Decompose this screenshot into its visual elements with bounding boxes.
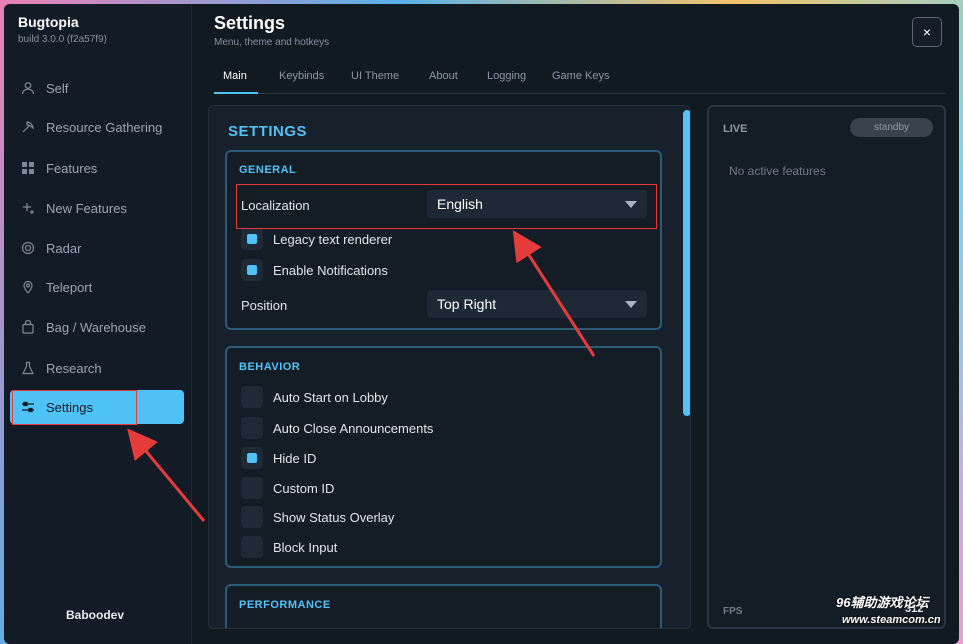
sidebar-item-label: Resource Gathering [46,119,163,135]
status-overlay-checkbox[interactable] [241,506,263,528]
sidebar-item-new-features[interactable]: New Features [10,191,184,225]
status-overlay-label: Show Status Overlay [273,510,395,525]
legacy-text-label: Legacy text renderer [273,232,393,247]
live-title: LIVE [723,123,748,135]
tab-about[interactable]: About [429,70,458,82]
settings-panel: SETTINGS GENERAL Localization English Le… [208,105,691,629]
sidebar-item-label: Radar [46,240,82,256]
hide-id-checkbox[interactable] [241,447,263,469]
live-empty-message: No active features [729,164,826,178]
pin-icon [20,279,36,295]
brand: Bugtopia build 3.0.0 (f2a57f9) [18,14,107,45]
custom-id-checkbox[interactable] [241,477,263,499]
check-mark [247,453,257,463]
sidebar-item-research[interactable]: Research [10,351,184,385]
user-name: Baboodev [66,608,125,622]
bag-icon [20,319,36,335]
user-icon [20,80,36,96]
chevron-down-icon [625,301,637,308]
radar-icon [20,240,36,256]
legacy-text-checkbox[interactable] [241,228,263,250]
sidebar-item-features[interactable]: Features [10,151,184,185]
page-subtitle: Menu, theme and hotkeys [214,37,330,48]
tab-bar: Main Keybinds UI Theme About Logging Gam… [214,64,946,94]
sidebar-item-self[interactable]: Self [10,71,184,105]
sidebar-item-label: Bag / Warehouse [46,319,146,335]
scrollbar[interactable] [683,110,690,416]
position-value: Top Right [437,296,497,312]
app-title: Bugtopia [18,14,79,30]
custom-id-label: Custom ID [273,481,335,496]
check-mark [247,265,257,275]
flask-icon [20,360,36,376]
sparkle-icon [20,200,36,216]
tab-game-keys[interactable]: Game Keys [552,70,609,82]
sidebar-item-label: Features [46,160,98,176]
section-title: PERFORMANCE [239,599,331,611]
close-button[interactable]: × [912,17,942,47]
pickaxe-icon [20,119,36,135]
sidebar-item-teleport[interactable]: Teleport [10,270,184,304]
auto-close-checkbox[interactable] [241,417,263,439]
notifications-label: Enable Notifications [273,263,388,278]
behavior-section: BEHAVIOR Auto Start on Lobby Auto Close … [225,346,662,568]
localization-select[interactable]: English [427,190,647,218]
sidebar-item-bag-warehouse[interactable]: Bag / Warehouse [10,310,184,344]
live-panel: LIVE standby No active features FPS 312 [707,105,946,629]
page-title: Settings [214,13,286,33]
sidebar: Bugtopia build 3.0.0 (f2a57f9) Self Reso… [4,4,192,644]
check-mark [247,234,257,244]
grid-icon [20,160,36,176]
tab-ui-theme[interactable]: UI Theme [351,70,399,82]
block-input-label: Block Input [273,540,338,555]
localization-value: English [437,196,483,212]
sidebar-item-label: Self [46,80,69,96]
close-icon: × [922,24,932,40]
sidebar-item-label: New Features [46,200,127,216]
auto-close-label: Auto Close Announcements [273,421,434,436]
auto-start-checkbox[interactable] [241,386,263,408]
performance-section: PERFORMANCE [225,584,662,628]
tab-main[interactable]: Main [223,70,247,82]
tab-keybinds[interactable]: Keybinds [279,70,324,82]
watermark-text: 96辅助游戏论坛 [836,595,929,610]
auto-start-label: Auto Start on Lobby [273,390,388,405]
tab-active-indicator [214,92,258,94]
notifications-checkbox[interactable] [241,259,263,281]
sidebar-item-resource-gathering[interactable]: Resource Gathering [10,110,184,144]
position-label: Position [241,298,288,313]
tab-logging[interactable]: Logging [487,70,526,82]
sidebar-item-label: Teleport [46,279,93,295]
general-section: GENERAL Localization English Legacy text… [225,150,662,330]
position-select[interactable]: Top Right [427,290,647,318]
section-title: BEHAVIOR [239,361,301,373]
sidebar-item-label: Research [46,360,102,376]
sliders-icon [20,399,36,415]
section-title: GENERAL [239,164,297,176]
app-window: Bugtopia build 3.0.0 (f2a57f9) Self Reso… [4,4,959,644]
block-input-checkbox[interactable] [241,536,263,558]
sidebar-item-radar[interactable]: Radar [10,231,184,265]
chevron-down-icon [625,201,637,208]
sidebar-item-settings[interactable]: Settings [10,390,184,424]
fps-label: FPS [723,606,743,617]
localization-label: Localization [241,198,310,213]
panel-title: SETTINGS [228,123,308,140]
status-badge: standby [850,118,933,137]
watermark-url: www.steamcom.cn [842,614,941,626]
app-build: build 3.0.0 (f2a57f9) [18,34,107,45]
hide-id-label: Hide ID [273,451,317,466]
sidebar-item-label: Settings [46,399,93,415]
